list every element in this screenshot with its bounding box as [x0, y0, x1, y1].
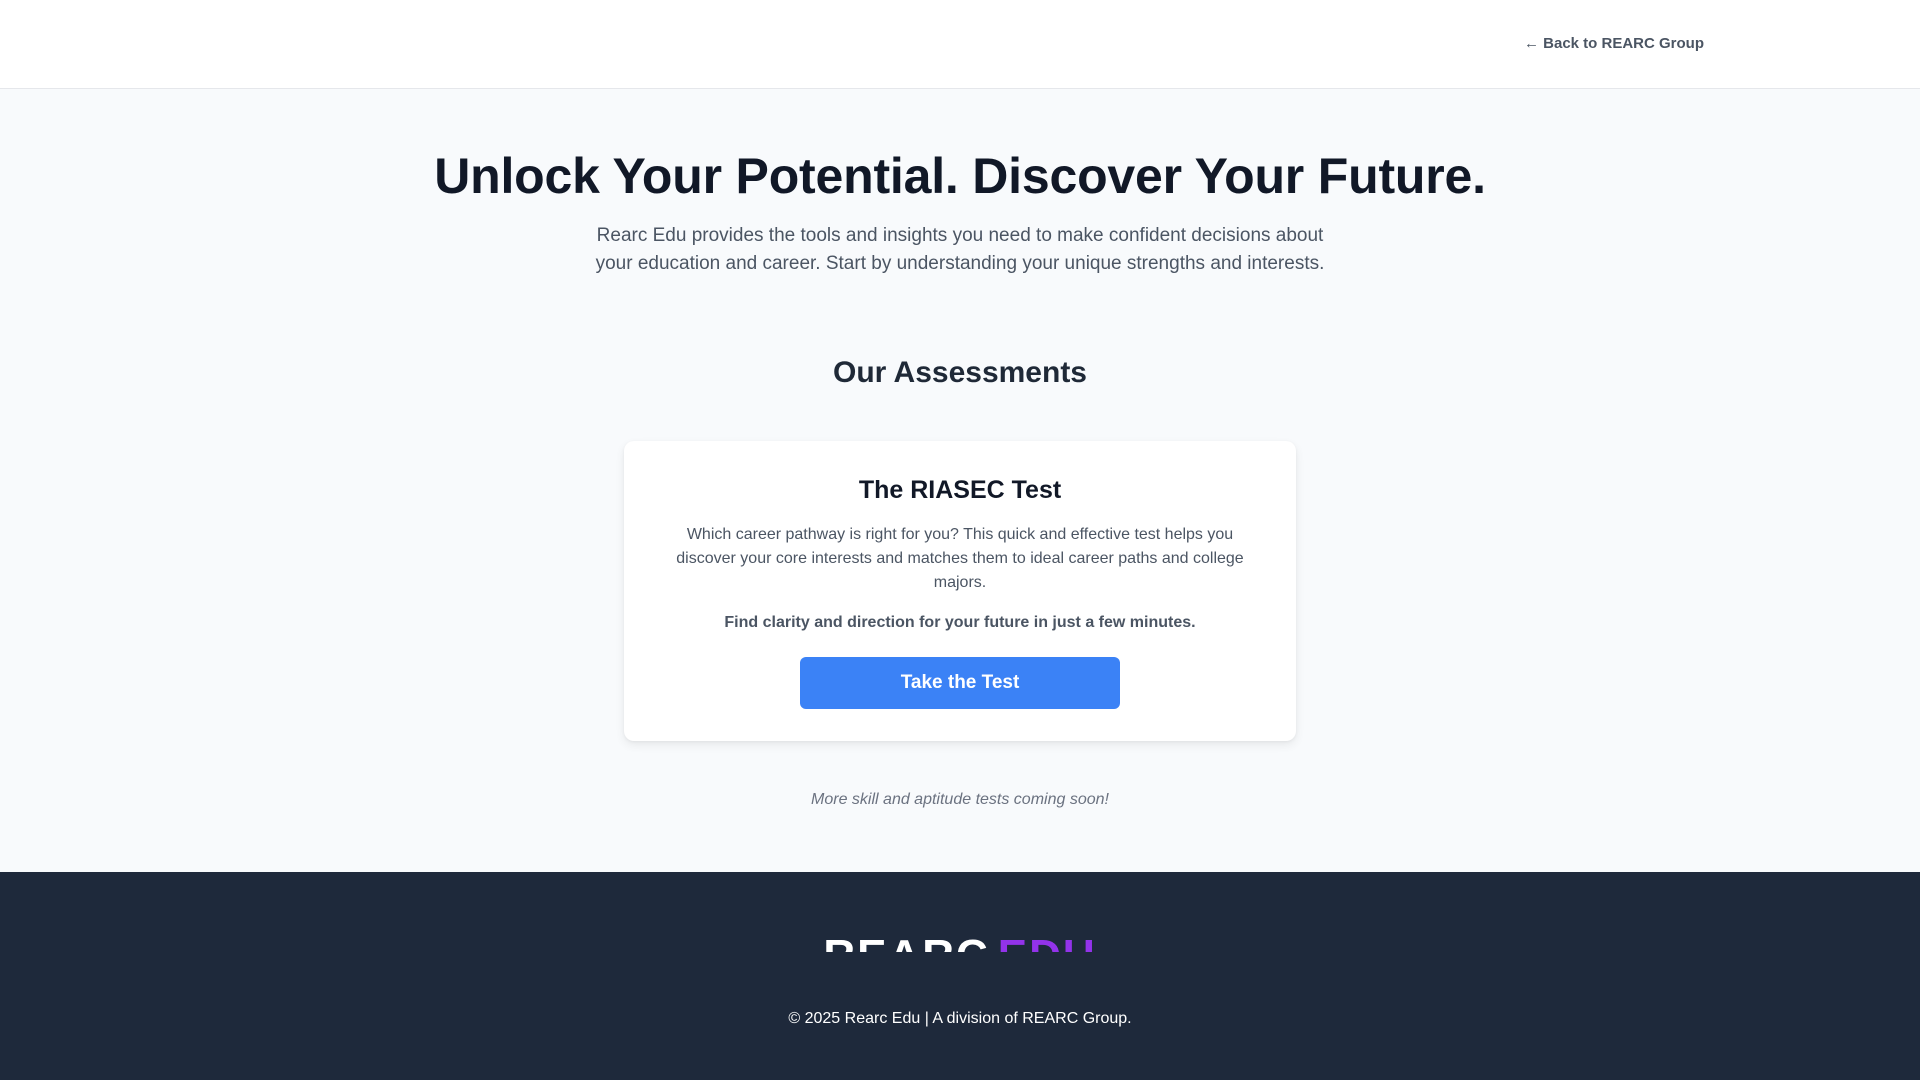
- card-tagline: Find clarity and direction for your futu…: [724, 614, 1196, 631]
- coming-soon-note: More skill and aptitude tests coming soo…: [811, 791, 1109, 808]
- card-description: Which career pathway is right for you? T…: [676, 526, 1244, 591]
- riasec-test-card: The RIASEC Test Which career pathway is …: [624, 441, 1296, 741]
- hero-section: Unlock Your Potential. Discover Your Fut…: [0, 89, 1920, 278]
- take-the-test-button[interactable]: Take the Test: [800, 657, 1120, 709]
- hero-subtitle: Rearc Edu provides the tools and insight…: [595, 225, 1325, 274]
- footer-logo[interactable]: REARC EDU: [0, 934, 1920, 952]
- top-nav-bar: ← Back to REARC Group: [0, 0, 1920, 89]
- assessments-section-title: Our Assessments: [832, 356, 1087, 389]
- logo-rearc-text: REARC: [823, 934, 989, 952]
- footer: REARC EDU © 2025 Rearc Edu | A division o…: [0, 872, 1920, 1080]
- hero-title: Unlock Your Potential. Discover Your Fut…: [434, 148, 1486, 204]
- logo-edu-text: EDU: [998, 934, 1097, 952]
- footer-copyright: © 2025 Rearc Edu | A division of REARC G…: [788, 1010, 1132, 1027]
- card-title: The RIASEC Test: [858, 476, 1062, 504]
- back-to-rearc-group-link[interactable]: ← Back to REARC Group: [1524, 35, 1704, 52]
